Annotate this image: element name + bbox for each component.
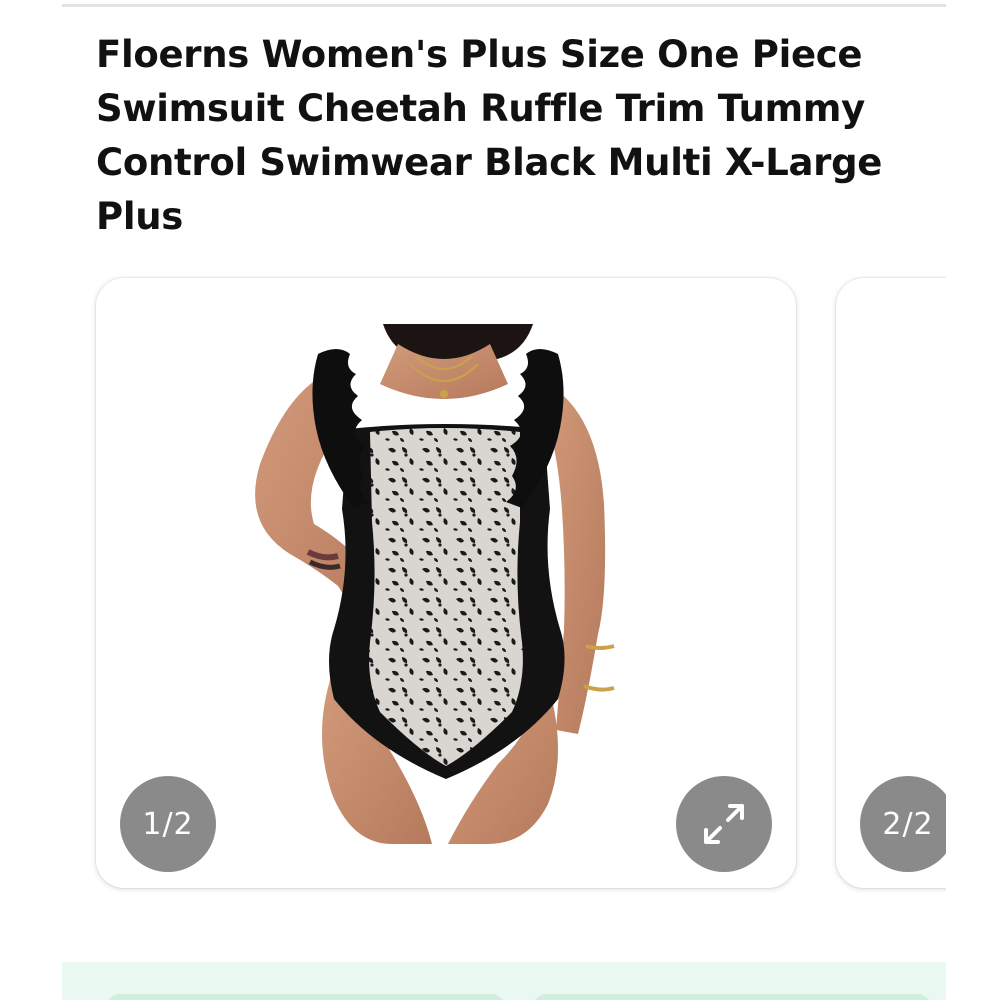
slide-counter: 2/2 — [860, 776, 946, 872]
slide-counter: 1/2 — [120, 776, 216, 872]
bottom-panel — [62, 962, 946, 1000]
panel-button[interactable] — [106, 994, 506, 1000]
product-page: Floerns Women's Plus Size One Piece Swim… — [0, 0, 1000, 1000]
product-image[interactable] — [248, 324, 640, 844]
divider — [62, 4, 946, 7]
panel-button[interactable] — [532, 994, 932, 1000]
product-title: Floerns Women's Plus Size One Piece Swim… — [96, 33, 883, 238]
carousel-slide-1[interactable]: 1/2 — [96, 278, 796, 888]
carousel-slide-2[interactable]: 2/2 — [836, 278, 946, 888]
swimsuit-photo-icon — [248, 324, 640, 844]
expand-button[interactable] — [676, 776, 772, 872]
expand-icon — [704, 804, 744, 844]
image-carousel[interactable]: 1/2 2/2 — [0, 276, 946, 896]
